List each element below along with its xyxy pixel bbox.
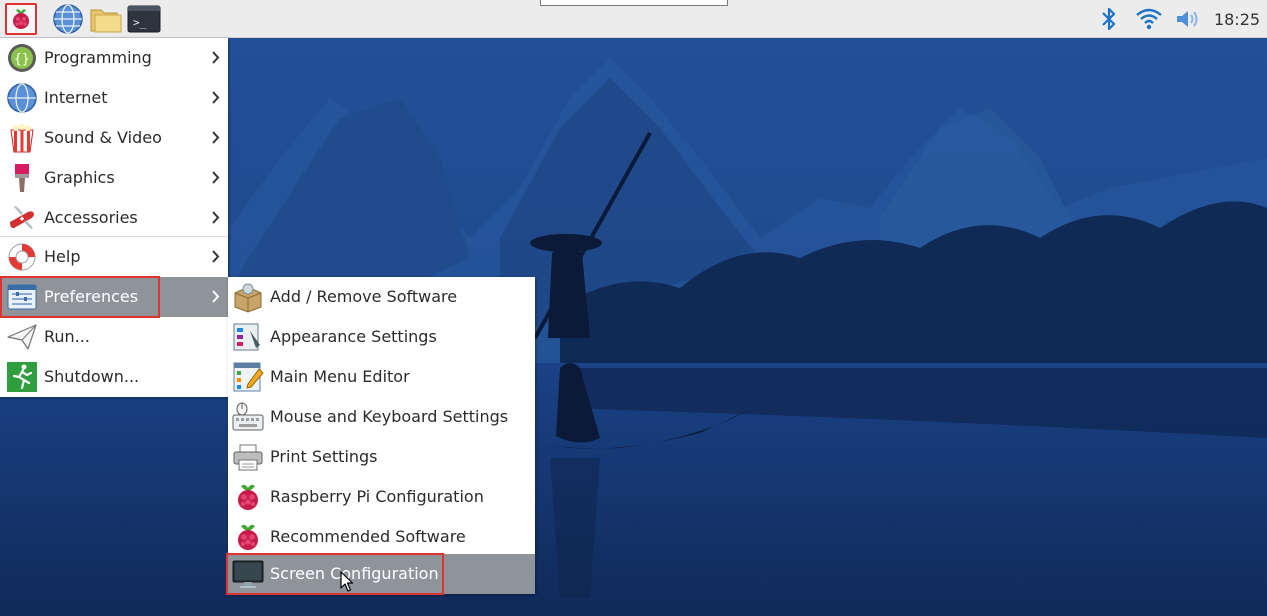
raspberry-menu-icon: [13, 9, 29, 29]
chevron-right-icon: [212, 91, 220, 104]
submenu-item-print-settings[interactable]: Print Settings: [228, 437, 535, 477]
menu-item-preferences[interactable]: Preferences: [0, 277, 228, 317]
submenu-item-appearance-settings[interactable]: Appearance Settings: [228, 317, 535, 357]
submenu-item-label: Main Menu Editor: [270, 367, 410, 386]
submenu-item-label: Appearance Settings: [270, 327, 437, 346]
terminal-launcher[interactable]: >_: [127, 3, 161, 35]
chevron-right-icon: [212, 171, 220, 184]
chevron-right-icon: [212, 131, 220, 144]
monitor-icon: [232, 558, 264, 590]
submenu-item-label: Recommended Software: [270, 527, 466, 546]
submenu-item-add-remove-software[interactable]: Add / Remove Software: [228, 277, 535, 317]
taskbar-window-list[interactable]: [540, 0, 728, 6]
raspberry-icon: [232, 521, 264, 553]
menu-editor-icon: [232, 361, 264, 393]
menu-item-label: Graphics: [44, 168, 115, 187]
menu-item-label: Help: [44, 247, 81, 266]
volume-icon: [1177, 11, 1198, 27]
preferences-submenu: Add / Remove Software Appearance Setting…: [228, 277, 535, 594]
popcorn-icon: [6, 122, 38, 154]
clock[interactable]: 18:25: [1212, 10, 1262, 29]
chevron-right-icon: [212, 250, 220, 263]
preferences-icon: [6, 281, 38, 313]
svg-text:{}: {}: [14, 52, 30, 67]
web-browser-icon: [53, 4, 83, 34]
submenu-item-screen-configuration[interactable]: Screen Configuration: [228, 554, 535, 594]
menu-item-shutdown[interactable]: Shutdown...: [0, 357, 228, 397]
internet-globe-icon: [6, 82, 38, 114]
printer-icon: [232, 441, 264, 473]
swiss-knife-icon: [6, 202, 38, 234]
submenu-item-raspberry-pi-configuration[interactable]: Raspberry Pi Configuration: [228, 477, 535, 517]
menu-item-label: Shutdown...: [44, 367, 140, 386]
menu-item-run[interactable]: Run...: [0, 317, 228, 357]
mouse-pointer-icon: [340, 571, 354, 592]
wifi-icon: [1136, 8, 1162, 30]
chevron-right-icon: [212, 211, 220, 224]
menu-item-programming[interactable]: {} Programming: [0, 38, 228, 78]
top-taskbar: >_ 18:25: [0, 0, 1267, 38]
submenu-item-label: Mouse and Keyboard Settings: [270, 407, 509, 426]
submenu-item-mouse-keyboard-settings[interactable]: Mouse and Keyboard Settings: [228, 397, 535, 437]
bluetooth-icon: [1102, 7, 1116, 31]
menu-item-label: Programming: [44, 48, 152, 67]
chevron-right-icon: [212, 51, 220, 64]
volume-tray-button[interactable]: [1174, 6, 1202, 36]
menu-item-sound-video[interactable]: Sound & Video: [0, 118, 228, 158]
menu-item-label: Sound & Video: [44, 128, 162, 147]
appearance-icon: [232, 321, 264, 353]
paper-plane-icon: [6, 321, 38, 353]
raspberry-menu-button[interactable]: [5, 3, 37, 35]
menu-item-label: Accessories: [44, 208, 138, 227]
submenu-item-label: Raspberry Pi Configuration: [270, 487, 484, 506]
menu-item-accessories[interactable]: Accessories: [0, 198, 228, 238]
submenu-item-recommended-software[interactable]: Recommended Software: [228, 517, 535, 557]
svg-text:>_: >_: [133, 16, 147, 29]
file-manager-icon: [90, 9, 122, 33]
submenu-item-main-menu-editor[interactable]: Main Menu Editor: [228, 357, 535, 397]
menu-item-internet[interactable]: Internet: [0, 78, 228, 118]
chevron-right-icon: [212, 290, 220, 303]
menu-item-label: Preferences: [44, 287, 139, 306]
raspberry-icon: [232, 481, 264, 513]
file-manager-launcher[interactable]: [89, 3, 122, 35]
menu-item-label: Internet: [44, 88, 108, 107]
wifi-tray-button[interactable]: [1135, 6, 1163, 36]
submenu-item-label: Add / Remove Software: [270, 287, 458, 306]
programming-icon: {}: [6, 42, 38, 74]
web-browser-launcher[interactable]: [52, 3, 84, 35]
exit-running-icon: [6, 361, 38, 393]
bluetooth-tray-button[interactable]: [1099, 6, 1119, 36]
main-application-menu: {} Programming Internet Sound & Video Gr…: [0, 38, 228, 397]
package-icon: [232, 281, 264, 313]
lifebuoy-icon: [6, 241, 38, 273]
submenu-item-label: Print Settings: [270, 447, 378, 466]
terminal-icon: >_: [127, 5, 161, 33]
menu-item-label: Run...: [44, 327, 90, 346]
menu-item-help[interactable]: Help: [0, 237, 228, 277]
submenu-item-label: Screen Configuration: [270, 564, 439, 583]
keyboard-mouse-icon: [232, 401, 264, 433]
menu-item-graphics[interactable]: Graphics: [0, 158, 228, 198]
paintbrush-icon: [6, 162, 38, 194]
